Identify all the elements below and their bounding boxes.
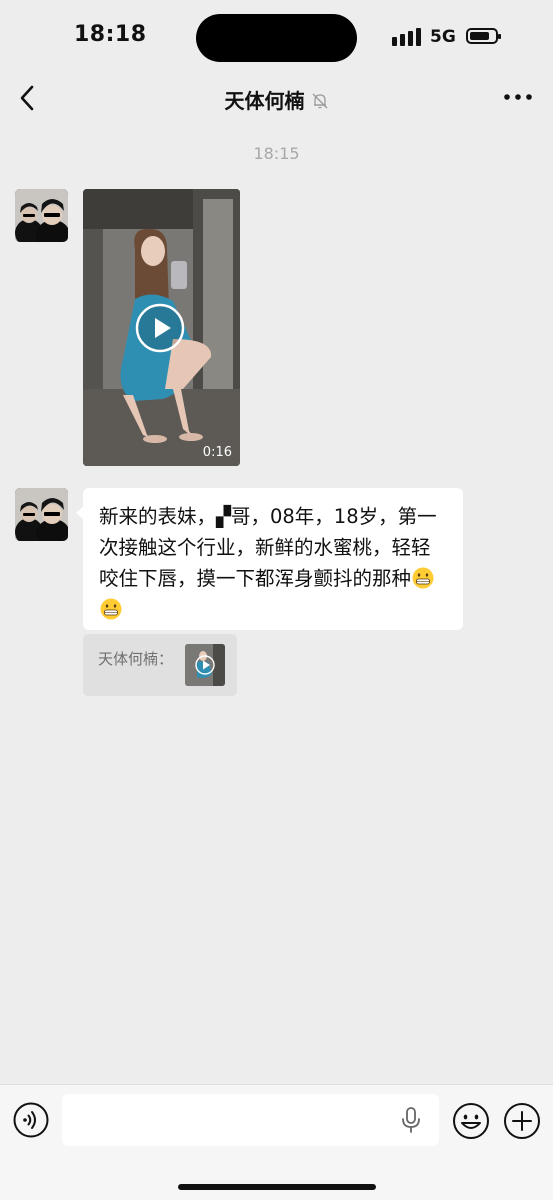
chat-title: 天体何楠 <box>0 85 553 114</box>
battery-icon <box>466 28 501 44</box>
quoted-message[interactable]: 天体何楠： <box>83 634 237 696</box>
bell-slash-icon <box>312 93 327 109</box>
avatar-image <box>15 189 68 242</box>
input-bar <box>0 1084 553 1200</box>
avatar-image <box>15 488 68 541</box>
more-dots-icon[interactable] <box>503 92 533 102</box>
grimace-emoji-icon <box>412 567 434 589</box>
signal-icon <box>392 28 421 46</box>
sender-avatar[interactable] <box>15 189 68 242</box>
message-text: 新来的表妹，▞哥，08年，18岁，第一次接触这个行业，新鲜的水蜜桃，轻轻咬住下唇… <box>99 505 437 590</box>
chat-header: 天体何楠 <box>0 76 553 122</box>
message-input[interactable] <box>62 1094 439 1146</box>
quote-video-thumbnail <box>185 644 225 686</box>
chat-title-text: 天体何楠 <box>224 89 305 113</box>
sender-avatar[interactable] <box>15 488 68 541</box>
home-indicator <box>178 1184 376 1190</box>
plus-icon[interactable] <box>503 1102 541 1140</box>
network-type: 5G <box>430 27 456 47</box>
status-time: 18:18 <box>74 22 147 47</box>
voice-icon[interactable] <box>13 1102 49 1138</box>
emoji-icon[interactable] <box>452 1102 490 1140</box>
status-bar: 18:18 5G <box>0 0 553 76</box>
play-icon[interactable] <box>135 303 185 353</box>
message-timestamp: 18:15 <box>253 144 300 163</box>
video-duration: 0:16 <box>202 445 232 460</box>
quote-sender: 天体何楠： <box>98 650 174 668</box>
video-message[interactable]: 0:16 <box>83 189 240 466</box>
dynamic-island <box>196 14 357 62</box>
grimace-emoji-icon <box>100 598 122 620</box>
microphone-icon[interactable] <box>399 1106 423 1134</box>
text-message-bubble[interactable]: 新来的表妹，▞哥，08年，18岁，第一次接触这个行业，新鲜的水蜜桃，轻轻咬住下唇… <box>76 488 463 630</box>
